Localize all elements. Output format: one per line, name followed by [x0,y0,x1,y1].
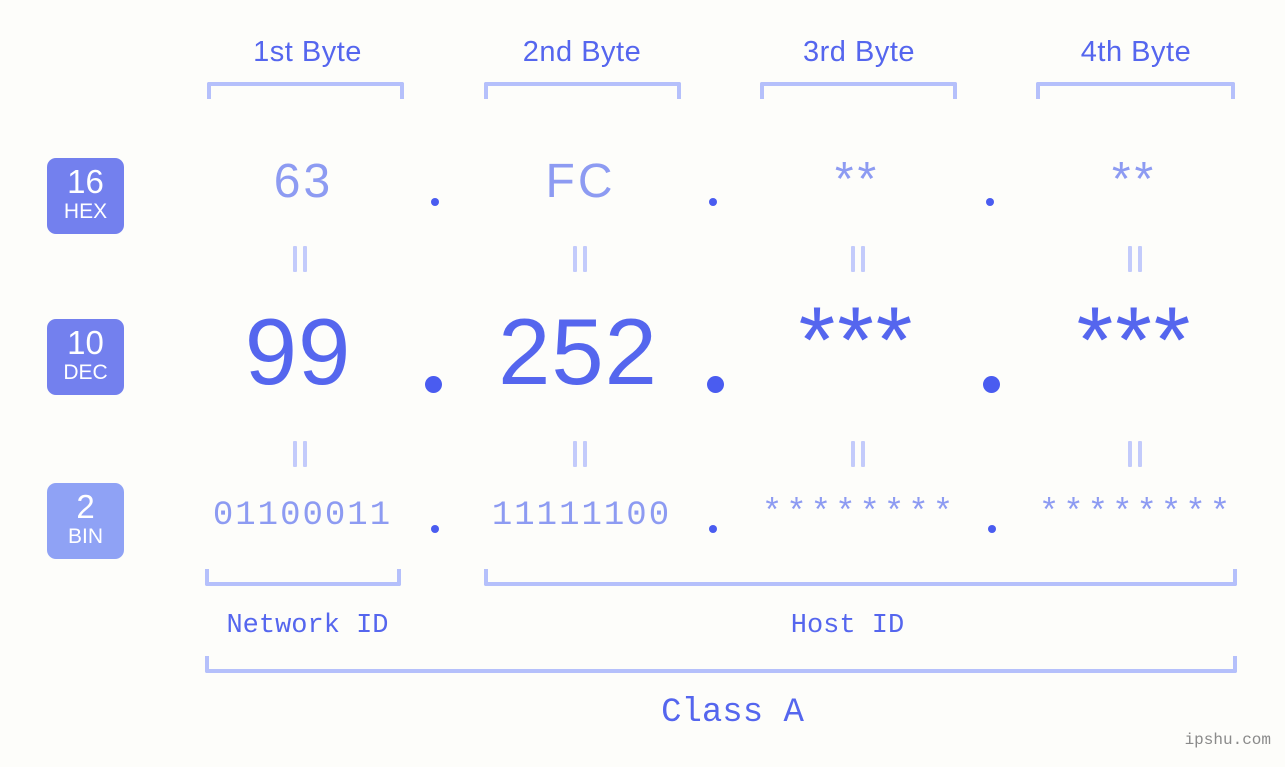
equals-connector-dec-bin-3 [850,441,867,467]
equals-connector-dec-bin-4 [1127,441,1144,467]
site-watermark: ipshu.com [1184,731,1271,749]
bin-separator-dot-1 [431,525,439,533]
byte-header-label-2: 2nd Byte [522,36,642,68]
bin-byte-value-2: 11111100 [491,497,672,535]
bin-separator-dot-2 [709,525,717,533]
hex-separator-dot-2 [709,198,717,206]
base-badge-dec-number: 10 [67,324,104,361]
dec-separator-dot-1 [425,376,442,393]
equals-connector-hex-dec-2 [572,246,589,272]
ip-address-breakdown-diagram: 1st Byte 2nd Byte 3rd Byte 4th Byte 16 H… [0,0,1285,767]
equals-connector-hex-dec-4 [1127,246,1144,272]
network-id-label: Network ID [226,611,389,641]
base-badge-dec: 10 DEC [47,319,124,395]
class-bracket [205,656,1237,673]
class-label: Class A [661,694,804,732]
dec-byte-value-1: 99 [244,299,352,404]
base-badge-bin: 2 BIN [47,483,124,559]
equals-connector-dec-bin-2 [572,441,589,467]
hex-byte-value-4: ** [1111,153,1158,206]
dec-byte-value-2: 252 [498,299,658,404]
dec-separator-dot-3 [983,376,1000,393]
equals-connector-dec-bin-1 [292,441,309,467]
base-badge-hex-name: HEX [63,200,108,223]
dec-byte-value-4: *** [1076,287,1193,392]
base-badge-bin-number: 2 [76,488,95,525]
bin-byte-value-1: 01100011 [212,497,393,535]
dec-separator-dot-2 [707,376,724,393]
hex-byte-value-2: FC [545,155,616,208]
byte-bracket-3 [760,82,957,99]
hex-byte-value-1: 63 [273,155,334,208]
hex-separator-dot-1 [431,198,439,206]
byte-header-label-3: 3rd Byte [803,36,915,68]
network-id-bracket [205,569,401,586]
base-badge-hex: 16 HEX [47,158,124,234]
bin-byte-value-4: ******** [1038,495,1235,533]
equals-connector-hex-dec-1 [292,246,309,272]
host-id-label: Host ID [790,611,905,641]
hex-byte-value-3: ** [834,153,881,206]
host-id-bracket [484,569,1237,586]
hex-separator-dot-3 [986,198,994,206]
bin-separator-dot-3 [988,525,996,533]
byte-header-label-4: 4th Byte [1080,36,1192,68]
dec-byte-value-3: *** [798,287,915,392]
base-badge-dec-name: DEC [63,361,108,384]
bin-byte-value-3: ******** [761,495,958,533]
base-badge-bin-name: BIN [67,525,103,548]
base-badge-hex-number: 16 [67,163,104,200]
equals-connector-hex-dec-3 [850,246,867,272]
byte-bracket-1 [207,82,404,99]
byte-header-label-1: 1st Byte [253,36,362,68]
byte-bracket-4 [1036,82,1235,99]
byte-bracket-2 [484,82,681,99]
